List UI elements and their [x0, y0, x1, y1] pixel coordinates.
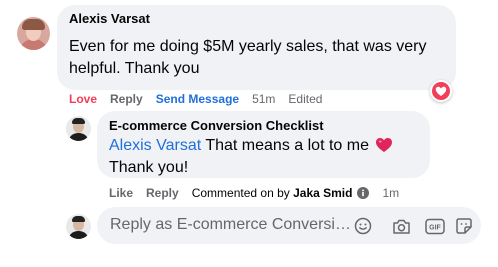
emoji-icon[interactable] — [353, 216, 373, 236]
timestamp[interactable]: 1m — [382, 186, 399, 200]
commented-prefix: Commented on by — [191, 186, 294, 200]
comment-actions: Love Reply Send Message 51m Edited — [69, 91, 335, 107]
reply-text-part: That means a lot to me — [201, 137, 374, 154]
timestamp[interactable]: 51m — [252, 92, 275, 106]
avatar[interactable] — [17, 17, 50, 50]
love-button[interactable]: Love — [69, 92, 97, 106]
mention-link[interactable]: Alexis Varsat — [109, 137, 201, 154]
reply-text: Alexis Varsat That means a lot to me Tha… — [109, 135, 427, 179]
camera-icon[interactable] — [391, 216, 411, 236]
reply-text-part: Thank you! — [109, 159, 189, 176]
reply-button[interactable]: Reply — [110, 92, 143, 106]
like-button[interactable]: Like — [109, 186, 133, 200]
avatar — [66, 214, 91, 239]
reply-actions: Like Reply Commented on by Jaka Smid 1m — [109, 185, 412, 201]
svg-text:GIF: GIF — [429, 224, 441, 231]
gif-icon[interactable]: GIF — [425, 216, 445, 236]
info-icon[interactable] — [357, 187, 370, 199]
love-reaction-badge[interactable] — [430, 80, 452, 102]
reply-placeholder: Reply as E-commerce Conversi… — [110, 216, 351, 233]
reply-author[interactable]: E-commerce Conversion Checklist — [109, 118, 324, 133]
comment-text: Even for me doing $5M yearly sales, that… — [69, 38, 427, 77]
sticker-icon[interactable] — [454, 216, 474, 236]
heart-emoji-icon — [376, 138, 393, 152]
reply-button[interactable]: Reply — [146, 186, 179, 200]
reply-input[interactable]: Reply as E-commerce Conversi… GIF — [97, 207, 481, 244]
comment-author[interactable]: Alexis Varsat — [69, 11, 150, 26]
avatar[interactable] — [66, 116, 91, 141]
commented-by-name[interactable]: Jaka Smid — [293, 186, 352, 200]
heart-icon — [435, 86, 447, 96]
send-message-button[interactable]: Send Message — [156, 92, 239, 106]
edited-label[interactable]: Edited — [288, 92, 322, 106]
commented-on-by: Commented on by Jaka Smid — [192, 186, 353, 200]
